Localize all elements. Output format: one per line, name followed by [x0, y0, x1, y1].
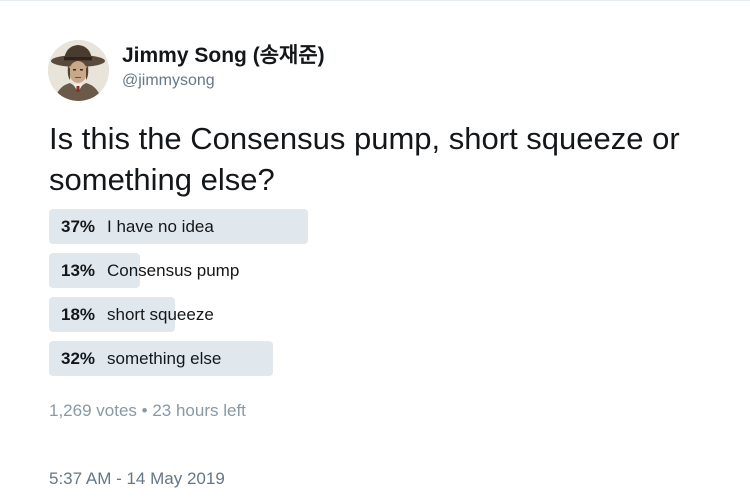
poll-meta-separator: •	[141, 401, 148, 420]
author-handle[interactable]: @jimmysong	[122, 71, 325, 91]
poll-option-label: short squeeze	[107, 305, 214, 324]
avatar[interactable]	[48, 40, 109, 101]
poll-option-label: Consensus pump	[107, 261, 240, 280]
poll-option[interactable]: 32% something else	[49, 341, 609, 376]
poll-meta: 1,269 votes • 23 hours left	[49, 400, 246, 422]
divider	[0, 0, 750, 1]
poll-percent: 13%	[61, 261, 96, 280]
avatar-portrait-icon	[48, 40, 109, 101]
tweet-text: Is this the Consensus pump, short squeez…	[49, 121, 680, 197]
poll-vote-count: 1,269 votes	[49, 401, 137, 420]
poll-option[interactable]: 18% short squeeze	[49, 297, 609, 332]
author-block: Jimmy Song (송재준) @jimmysong	[122, 44, 325, 91]
poll-option-label: I have no idea	[107, 217, 214, 236]
poll-option-label: something else	[107, 349, 222, 368]
tweet-card: Jimmy Song (송재준) @jimmysong Is this the …	[0, 0, 750, 501]
poll-option[interactable]: 13% Consensus pump	[49, 253, 609, 288]
poll: 37% I have no idea 13% Consensus pump 18…	[49, 209, 609, 385]
poll-time-left: 23 hours left	[152, 401, 246, 420]
tweet-timestamp[interactable]: 5:37 AM - 14 May 2019	[49, 468, 225, 490]
poll-percent: 32%	[61, 349, 96, 368]
author-display-name[interactable]: Jimmy Song (송재준)	[122, 44, 325, 68]
poll-percent: 37%	[61, 217, 96, 236]
poll-percent: 18%	[61, 305, 96, 324]
poll-option[interactable]: 37% I have no idea	[49, 209, 609, 244]
